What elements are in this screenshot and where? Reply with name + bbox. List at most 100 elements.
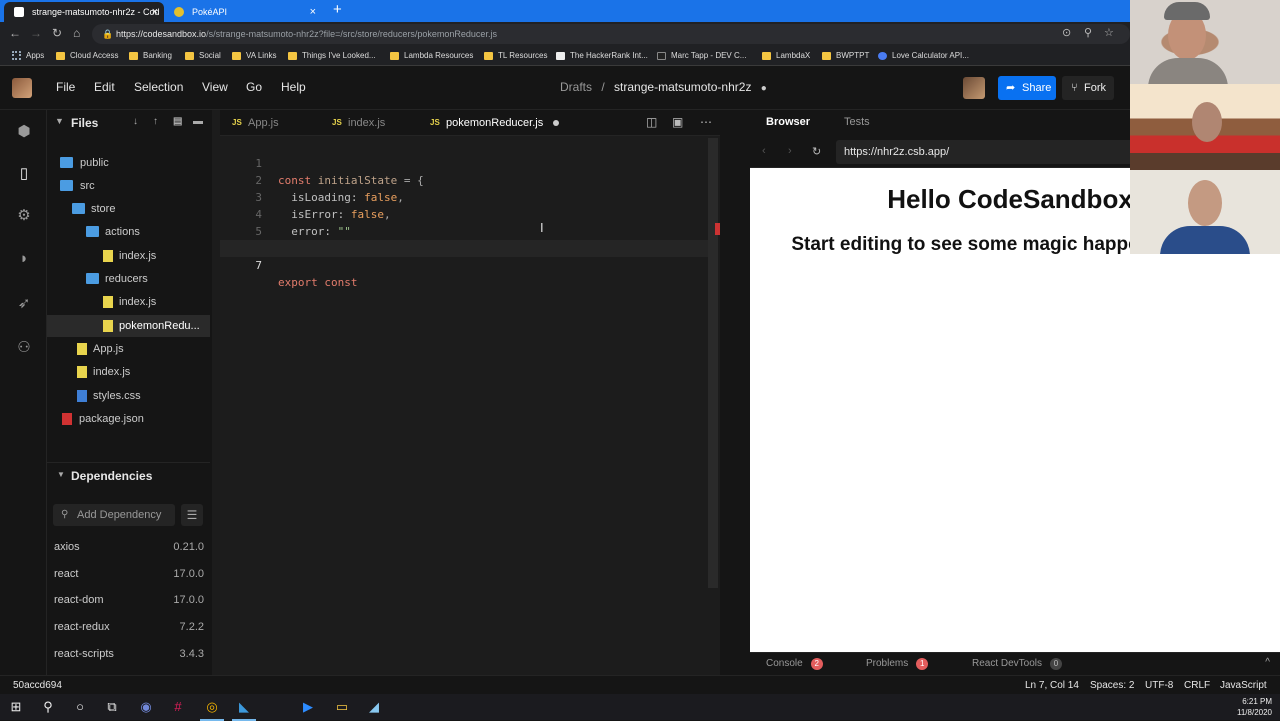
target-icon[interactable]: ⊙ bbox=[1062, 26, 1071, 39]
back-icon[interactable]: ← bbox=[9, 26, 21, 40]
settings-gear-icon[interactable]: ⚙ bbox=[14, 206, 34, 226]
discord-icon[interactable]: ◉ bbox=[138, 699, 154, 715]
dependency-item[interactable]: axios 0.21.0 bbox=[54, 541, 204, 559]
dependency-version[interactable]: 3.4.3 bbox=[180, 648, 204, 660]
tree-folder-store[interactable]: store bbox=[47, 198, 210, 220]
open-preview-icon[interactable]: ▣ bbox=[672, 115, 683, 129]
code-line[interactable]: 2 isLoading: false, bbox=[220, 155, 710, 204]
tree-folder-public[interactable]: public bbox=[47, 152, 210, 174]
dependency-item[interactable]: react-dom 17.0.0 bbox=[54, 594, 204, 612]
dependency-version[interactable]: 0.21.0 bbox=[173, 541, 204, 553]
breadcrumb-drafts[interactable]: Drafts bbox=[560, 80, 592, 94]
share-button[interactable]: ➦ Share bbox=[998, 76, 1056, 100]
tab-browser[interactable]: Browser bbox=[766, 116, 810, 128]
split-editor-icon[interactable]: ◫ bbox=[646, 115, 657, 129]
add-dependency-input[interactable]: ⚲ Add Dependency bbox=[53, 504, 175, 526]
address-bar[interactable]: 🔒 https://codesandbox.io/s/strange-matsu… bbox=[92, 24, 1130, 44]
code-line[interactable]: 3 isError: false, bbox=[220, 172, 710, 221]
deploy-rocket-icon[interactable]: ➶ bbox=[14, 294, 34, 314]
sort-down-icon[interactable]: ↓ bbox=[133, 116, 138, 127]
menu-go[interactable]: Go bbox=[246, 80, 262, 94]
cortana-icon[interactable]: ○ bbox=[72, 699, 88, 715]
bookmark-love-calculator[interactable]: Love Calculator API... bbox=[878, 46, 969, 66]
tree-file-package-json[interactable]: package.json bbox=[47, 408, 210, 430]
preview-refresh-icon[interactable]: ↻ bbox=[812, 145, 821, 158]
code-line[interactable]: 4 error: "" bbox=[220, 189, 710, 238]
bookmark-apps[interactable]: Apps bbox=[12, 46, 44, 66]
user-avatar[interactable] bbox=[12, 78, 32, 98]
bookmark-hackerrank[interactable]: The HackerRank Int... bbox=[556, 46, 648, 66]
sandbox-name[interactable]: strange-matsumoto-nhr2z bbox=[614, 80, 751, 94]
console-tab[interactable]: Console 2 bbox=[766, 658, 823, 670]
unsaved-dot-icon[interactable] bbox=[553, 120, 560, 127]
indentation[interactable]: Spaces: 2 bbox=[1090, 680, 1134, 691]
new-file-icon[interactable]: ▤ bbox=[173, 116, 182, 127]
editor-scrollbar[interactable] bbox=[708, 138, 718, 588]
tree-file-index[interactable]: index.js bbox=[47, 361, 210, 383]
preview-back-icon[interactable]: ‹ bbox=[762, 145, 766, 157]
tree-file-actions-index[interactable]: index.js bbox=[47, 245, 210, 267]
bookmark-cloud-access[interactable]: Cloud Access bbox=[56, 46, 118, 66]
bookmark-social[interactable]: Social bbox=[185, 46, 221, 66]
vscode-icon[interactable]: ◣ bbox=[232, 699, 256, 721]
react-devtools-tab[interactable]: React DevTools 0 bbox=[972, 658, 1063, 670]
dependency-item[interactable]: react 17.0.0 bbox=[54, 568, 204, 586]
new-tab-button[interactable]: + bbox=[333, 1, 342, 18]
system-clock[interactable]: 6:21 PM 11/8/2020 bbox=[1237, 696, 1272, 718]
dependency-version[interactable]: 17.0.0 bbox=[173, 568, 204, 580]
bookmark-tl-resources[interactable]: TL Resources bbox=[484, 46, 548, 66]
code-line[interactable]: 1 const initialState = { bbox=[220, 138, 710, 187]
menu-edit[interactable]: Edit bbox=[94, 80, 115, 94]
problems-tab[interactable]: Problems 1 bbox=[866, 658, 929, 670]
tree-file-pokemon-reducer[interactable]: pokemonRedu... bbox=[47, 315, 210, 337]
zoom-icon[interactable]: ▶ bbox=[300, 699, 316, 715]
forward-icon[interactable]: → bbox=[30, 26, 42, 40]
live-users-icon[interactable]: ⚇ bbox=[14, 338, 34, 358]
explorer-icon[interactable]: ▯ bbox=[14, 164, 34, 184]
bookmark-bwptpt[interactable]: BWPTPT bbox=[822, 46, 869, 66]
sidebar-scrollbar[interactable] bbox=[212, 110, 220, 675]
tree-file-app[interactable]: App.js bbox=[47, 338, 210, 360]
dependency-item[interactable]: react-redux 7.2.2 bbox=[54, 621, 204, 639]
star-icon[interactable]: ☆ bbox=[1104, 26, 1114, 39]
close-icon[interactable]: × bbox=[152, 2, 158, 22]
close-icon[interactable]: × bbox=[310, 2, 316, 22]
file-explorer-icon[interactable]: ▭ bbox=[334, 699, 350, 715]
bookmark-lambda-resources[interactable]: Lambda Resources bbox=[390, 46, 473, 66]
menu-view[interactable]: View bbox=[202, 80, 228, 94]
tree-folder-reducers[interactable]: reducers bbox=[47, 268, 210, 290]
menu-help[interactable]: Help bbox=[281, 80, 306, 94]
zoom-icon[interactable]: ⚲ bbox=[1084, 26, 1092, 39]
home-icon[interactable]: ⌂ bbox=[73, 26, 80, 40]
new-folder-icon[interactable]: ▬ bbox=[193, 116, 203, 127]
fork-button[interactable]: ⑂ Fork bbox=[1062, 76, 1114, 100]
files-header[interactable]: ▼ Files ↓ ↑ ▤ ▬ bbox=[47, 110, 210, 136]
bookmark-things[interactable]: Things I've Looked... bbox=[288, 46, 376, 66]
code-editor[interactable]: JS App.js JS index.js JS pokemonReducer.js … bbox=[220, 110, 720, 675]
tree-folder-actions[interactable]: actions bbox=[47, 221, 210, 243]
tree-folder-src[interactable]: src bbox=[47, 175, 210, 197]
language-mode[interactable]: JavaScript bbox=[1220, 680, 1267, 691]
dependency-version[interactable]: 17.0.0 bbox=[173, 594, 204, 606]
line-endings[interactable]: CRLF bbox=[1184, 680, 1210, 691]
sandbox-info-icon[interactable]: ⬢ bbox=[14, 122, 34, 142]
cursor-position[interactable]: Ln 7, Col 14 bbox=[1025, 680, 1079, 691]
windows-start-icon[interactable]: ⊞ bbox=[8, 699, 24, 715]
editor-tab-app[interactable]: JS App.js bbox=[232, 110, 279, 136]
chevron-up-icon[interactable]: ^ bbox=[1265, 657, 1270, 668]
commit-hash[interactable]: 50accd694 bbox=[13, 680, 62, 691]
dependencies-header[interactable]: ▼ Dependencies bbox=[47, 462, 210, 486]
tab-tests[interactable]: Tests bbox=[844, 116, 870, 128]
task-view-icon[interactable]: ⧉ bbox=[104, 699, 120, 715]
dependency-list-icon[interactable]: ☰ bbox=[181, 504, 203, 526]
tree-file-reducers-index[interactable]: index.js bbox=[47, 291, 210, 313]
code-line[interactable]: 5 } bbox=[220, 206, 710, 255]
code-line[interactable]: 6 bbox=[220, 223, 710, 255]
reload-icon[interactable]: ↻ bbox=[52, 26, 62, 40]
more-options-icon[interactable]: ⋯ bbox=[700, 115, 712, 129]
code-line-current[interactable]: 7 export const bbox=[220, 240, 710, 289]
editor-tab-index[interactable]: JS index.js bbox=[332, 110, 385, 136]
bookmark-banking[interactable]: Banking bbox=[129, 46, 172, 66]
bookmark-marc-tapp[interactable]: Marc Tapp - DEV C... bbox=[657, 46, 746, 66]
github-icon[interactable]: ◗ bbox=[14, 250, 34, 270]
